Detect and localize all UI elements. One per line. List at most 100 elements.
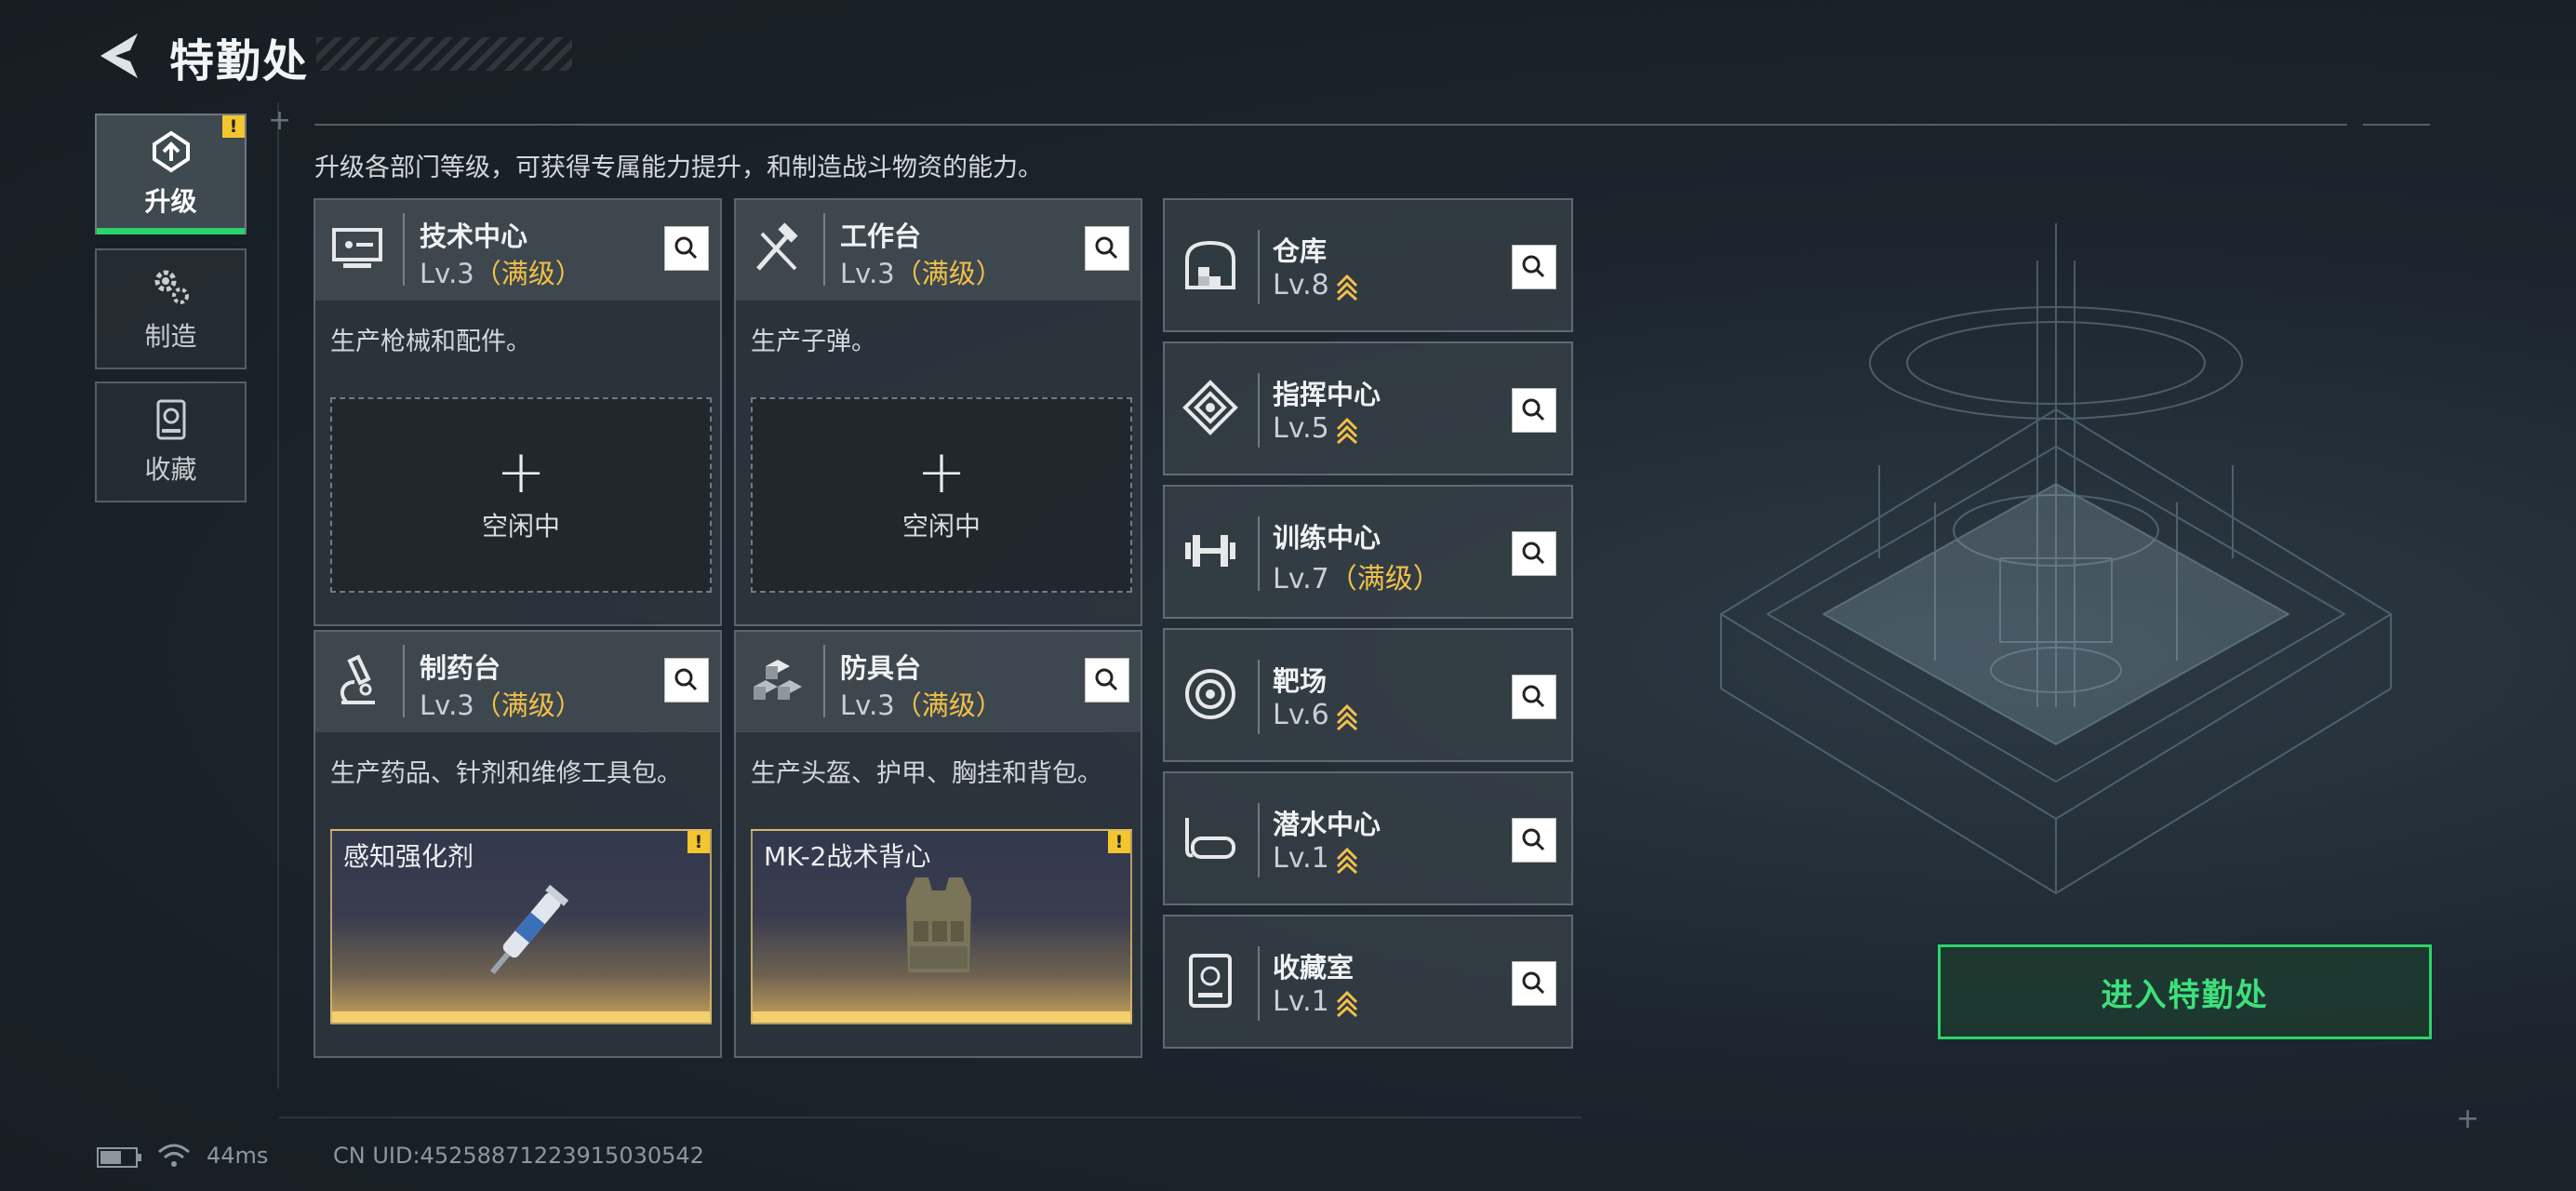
tactical-vest-icon [906, 877, 971, 972]
inspect-button[interactable] [1085, 226, 1129, 271]
title-decoration [316, 37, 572, 71]
facility-level: Lv.1 [1273, 842, 1359, 875]
divider [2363, 124, 2430, 126]
progress-bar [753, 1011, 1130, 1023]
divider [1258, 373, 1260, 448]
divider [823, 645, 825, 717]
max-level-label: （满级） [1328, 563, 1441, 596]
facility-name: 训练中心 [1273, 522, 1381, 554]
facility-name: 防具台 [840, 652, 922, 684]
back-button[interactable] [93, 28, 149, 84]
ping-readout: 44ms [207, 1143, 269, 1169]
inspect-button[interactable] [664, 226, 709, 271]
inspect-button[interactable] [1512, 818, 1556, 863]
production-slot-idle[interactable]: + 空闲中 [330, 397, 712, 593]
facility-level: Lv.3（满级） [840, 258, 1003, 289]
max-level-label: （满级） [474, 689, 582, 721]
diving-mask-icon [1185, 818, 1235, 859]
upgrade-arrow-icon [1336, 417, 1357, 444]
crosshair-mark: + [2456, 1103, 2480, 1135]
card-header: 工作台 Lv.3（满级） [736, 200, 1141, 301]
enter-special-ops-button[interactable]: 进入特勤处 [1938, 944, 2432, 1039]
subtitle: 升级各部门等级，可获得专属能力提升，和制造战斗物资的能力。 [314, 154, 1043, 182]
max-level-label: （满级） [474, 258, 582, 289]
facility-level: Lv.7（满级） [1273, 563, 1441, 596]
production-slot-item[interactable]: MK-2战术背心 ! [751, 829, 1132, 1024]
tab-upgrade[interactable]: 升级 ! [95, 114, 247, 234]
upgrade-arrow-icon [1336, 274, 1357, 301]
idle-label: 空闲中 [901, 511, 981, 542]
active-indicator [97, 228, 245, 234]
facility-level: Lv.3（满级） [420, 258, 582, 289]
warehouse-icon [1185, 240, 1235, 289]
inspect-button[interactable] [1512, 388, 1556, 433]
divider [277, 102, 279, 1089]
production-card-pharmacy[interactable]: 制药台 Lv.3（满级） 生产药品、针剂和维修工具包。 感知强化剂 ! [314, 630, 722, 1058]
divider [1258, 946, 1260, 1021]
gears-icon [154, 270, 189, 304]
tools-icon [756, 222, 798, 271]
inspect-button[interactable] [1512, 675, 1556, 719]
inspect-button[interactable] [664, 658, 709, 703]
divider [314, 124, 2347, 126]
upgrade-icon [152, 130, 190, 173]
plus-icon: + [916, 438, 967, 507]
search-icon [1522, 398, 1545, 422]
max-level-label: （满级） [894, 689, 1003, 721]
production-slot-item[interactable]: 感知强化剂 ! [330, 829, 712, 1024]
battery-icon [97, 1147, 141, 1168]
facility-collection-room[interactable]: 收藏室 Lv.1 [1163, 915, 1573, 1049]
facility-warehouse[interactable]: 仓库 Lv.8 [1163, 198, 1573, 332]
page-title: 特勤处 [169, 35, 310, 87]
progress-bar [332, 1011, 710, 1023]
tab-collection[interactable]: 收藏 [95, 381, 247, 502]
facility-level: Lv.3（满级） [420, 689, 582, 721]
search-icon [1522, 828, 1545, 851]
facility-shooting-range[interactable]: 靶场 Lv.6 [1163, 628, 1573, 762]
facility-name: 制药台 [420, 652, 501, 684]
search-icon [1522, 255, 1545, 278]
tab-craft[interactable]: 制造 [95, 248, 247, 369]
plus-icon: + [496, 438, 546, 507]
facility-name: 技术中心 [420, 221, 528, 252]
divider [1258, 516, 1260, 591]
facility-command-center[interactable]: 指挥中心 Lv.5 [1163, 341, 1573, 475]
facility-description: 生产头盔、护甲、胸挂和背包。 [751, 759, 1102, 788]
production-card-workbench[interactable]: 工作台 Lv.3（满级） 生产子弹。 + 空闲中 [734, 198, 1142, 626]
alert-badge: ! [222, 115, 245, 138]
wifi-icon [158, 1144, 190, 1167]
divider [1258, 660, 1260, 734]
facility-training-center[interactable]: 训练中心 Lv.7（满级） [1163, 485, 1573, 619]
divider [823, 213, 825, 286]
user-uid: CN UID:452588712239150305​42 [333, 1143, 704, 1169]
inspect-button[interactable] [1512, 531, 1556, 576]
microscope-icon [340, 654, 375, 704]
facility-description: 生产药品、针剂和维修工具包。 [330, 759, 682, 788]
facility-name: 工作台 [840, 221, 922, 252]
inspect-button[interactable] [1512, 245, 1556, 289]
facility-description: 生产子弹。 [751, 328, 876, 356]
upgrade-arrow-icon [1336, 703, 1357, 730]
facility-name: 指挥中心 [1273, 379, 1381, 410]
facility-name: 收藏室 [1273, 952, 1355, 984]
facility-level: Lv.6 [1273, 699, 1359, 731]
production-card-armor[interactable]: 防具台 Lv.3（满级） 生产头盔、护甲、胸挂和背包。 MK-2战术背心 ! [734, 630, 1142, 1058]
facility-diving-center[interactable]: 潜水中心 Lv.1 [1163, 771, 1573, 905]
collection-room-icon [1189, 954, 1232, 1008]
max-level-label: （满级） [894, 258, 1003, 289]
item-name: MK-2战术背心 [764, 841, 931, 872]
divider [403, 645, 405, 717]
production-card-tech-center[interactable]: 技术中心 Lv.3（满级） 生产枪械和配件。 + 空闲中 [314, 198, 722, 626]
facility-name: 仓库 [1273, 235, 1328, 267]
card-header: 技术中心 Lv.3（满级） [315, 200, 720, 301]
facility-level: Lv.5 [1273, 412, 1359, 445]
inspect-button[interactable] [1085, 658, 1129, 703]
search-icon [1095, 236, 1118, 260]
production-slot-idle[interactable]: + 空闲中 [751, 397, 1132, 593]
target-icon [1185, 669, 1235, 719]
tab-label: 收藏 [144, 454, 197, 485]
inspect-button[interactable] [1512, 961, 1556, 1006]
back-arrow-icon [100, 33, 138, 78]
upgrade-arrow-icon [1336, 990, 1357, 1017]
monitor-icon [332, 228, 382, 268]
